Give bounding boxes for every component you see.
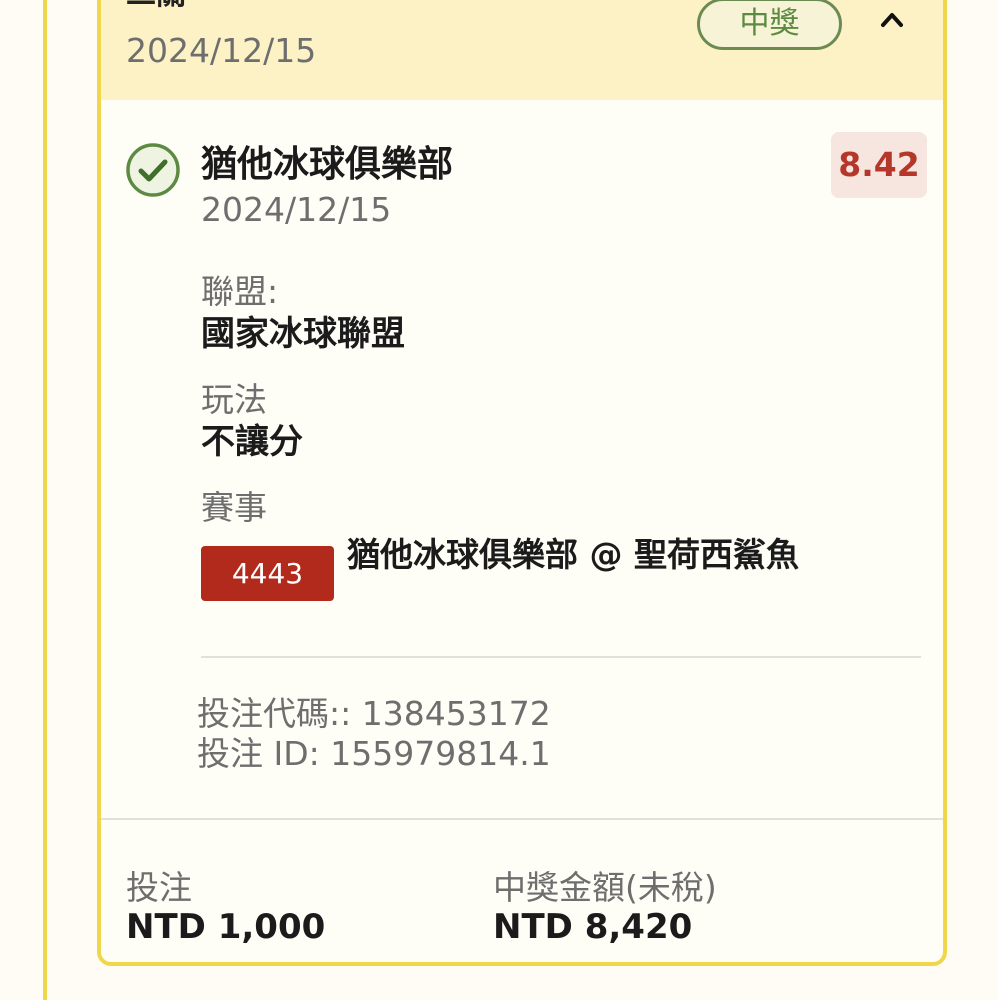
- selection-team-name: 猶他冰球俱樂部: [201, 144, 454, 185]
- bet-type-title: 二關: [126, 0, 186, 12]
- payout-amount: NTD 8,420: [493, 907, 693, 947]
- payout-label: 中獎金額(未稅): [493, 868, 717, 907]
- stake-label: 投注: [126, 868, 192, 907]
- bet-id: 投注 ID: 155979814.1: [197, 734, 551, 773]
- bet-date: 2024/12/15: [126, 31, 317, 70]
- odds-badge: 8.42: [831, 132, 927, 198]
- event-label: 賽事: [201, 488, 267, 527]
- bet-code: 投注代碼:: 138453172: [197, 694, 551, 733]
- bet-card-header[interactable]: 二關 2024/12/15 中獎: [101, 0, 943, 100]
- stake-amount: NTD 1,000: [126, 907, 326, 947]
- bet-card: 二關 2024/12/15 中獎 猶他冰球俱樂部 2024/12/15 8.42…: [97, 0, 947, 966]
- timeline-line: [43, 0, 47, 1000]
- check-circle-icon: [126, 143, 180, 197]
- selection-date: 2024/12/15: [201, 190, 392, 229]
- league-value: 國家冰球聯盟: [201, 314, 405, 354]
- footer-divider: [101, 818, 943, 820]
- market-label: 玩法: [201, 380, 267, 419]
- divider: [201, 656, 921, 658]
- market-value: 不讓分: [201, 422, 303, 462]
- match-id-badge: 4443: [201, 546, 334, 601]
- status-badge: 中獎: [697, 0, 842, 50]
- league-label: 聯盟:: [201, 272, 279, 311]
- match-name: 猶他冰球俱樂部 @ 聖荷西鯊魚: [347, 535, 799, 574]
- chevron-up-icon[interactable]: [879, 6, 905, 32]
